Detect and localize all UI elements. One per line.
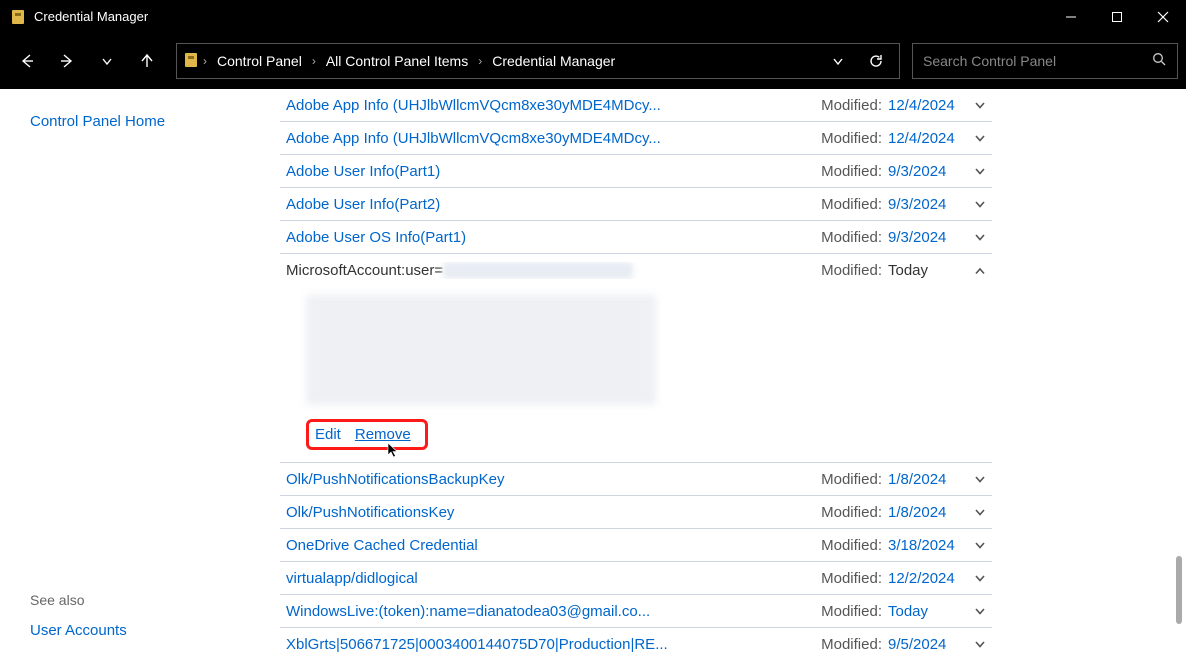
chevron-right-icon: ›: [312, 54, 316, 68]
credential-row[interactable]: Olk/PushNotificationsKeyModified: 1/8/202…: [280, 496, 992, 529]
credential-name: MicrosoftAccount:user=: [286, 262, 821, 280]
chevron-down-icon[interactable]: [970, 161, 990, 181]
breadcrumb-segment[interactable]: Credential Manager: [486, 53, 621, 69]
modified-date: 1/8/2024: [888, 471, 960, 488]
credential-row[interactable]: WindowsLive:(token):name=dianatodea03@gm…: [280, 595, 992, 628]
credential-name: WindowsLive:(token):name=dianatodea03@gm…: [286, 603, 821, 620]
modified-label: Modified:: [821, 537, 882, 554]
credential-row[interactable]: Adobe User Info(Part2)Modified: 9/3/2024: [280, 188, 992, 221]
modified-label: Modified:: [821, 504, 882, 521]
credential-name: Adobe App Info (UHJlbWllcmVQcm8xe30yMDE4…: [286, 130, 821, 147]
scrollbar[interactable]: [1176, 556, 1182, 624]
modified-label: Modified:: [821, 471, 882, 488]
credential-name: Adobe User Info(Part2): [286, 196, 821, 213]
credential-name: OneDrive Cached Credential: [286, 537, 821, 554]
credential-name: XblGrts|506671725|0003400144075D70|Produ…: [286, 636, 821, 653]
back-button[interactable]: [8, 42, 46, 80]
redacted-value: [443, 262, 633, 279]
modified-date: 3/18/2024: [888, 537, 960, 554]
chevron-down-icon[interactable]: [970, 601, 990, 621]
chevron-right-icon: ›: [203, 54, 207, 68]
modified-date: Today: [888, 262, 960, 279]
search-icon[interactable]: [1152, 52, 1167, 70]
modified-date: 12/4/2024: [888, 130, 960, 147]
modified-label: Modified:: [821, 130, 882, 147]
chevron-down-icon[interactable]: [970, 469, 990, 489]
edit-link[interactable]: Edit: [315, 426, 341, 443]
user-accounts-link[interactable]: User Accounts: [30, 622, 127, 639]
credential-list: Adobe App Info (UHJlbWllcmVQcm8xe30yMDE4…: [280, 89, 992, 659]
app-icon: [10, 9, 26, 25]
credential-row[interactable]: MicrosoftAccount:user=Modified: Today: [280, 254, 992, 287]
search-box[interactable]: [912, 43, 1178, 79]
chevron-down-icon[interactable]: [970, 194, 990, 214]
modified-date: 9/3/2024: [888, 196, 960, 213]
modified-label: Modified:: [821, 163, 882, 180]
location-icon: [183, 52, 199, 71]
refresh-button[interactable]: [859, 44, 893, 78]
modified-label: Modified:: [821, 603, 882, 620]
credential-name: Adobe User Info(Part1): [286, 163, 821, 180]
modified-date: 12/4/2024: [888, 97, 960, 114]
credential-name: Olk/PushNotificationsKey: [286, 504, 821, 521]
credential-row[interactable]: virtualapp/didlogicalModified: 12/2/2024: [280, 562, 992, 595]
chevron-down-icon[interactable]: [970, 568, 990, 588]
chevron-down-icon[interactable]: [970, 502, 990, 522]
credential-name: Adobe User OS Info(Part1): [286, 229, 821, 246]
action-highlight: Edit Remove: [306, 419, 428, 450]
modified-label: Modified:: [821, 97, 882, 114]
modified-label: Modified:: [821, 636, 882, 653]
chevron-down-icon[interactable]: [970, 634, 990, 654]
chevron-up-icon[interactable]: [970, 261, 990, 281]
chevron-down-icon[interactable]: [970, 227, 990, 247]
breadcrumb-segment[interactable]: All Control Panel Items: [320, 53, 474, 69]
credential-name: Adobe App Info (UHJlbWllcmVQcm8xe30yMDE4…: [286, 97, 821, 114]
chevron-down-icon[interactable]: [970, 535, 990, 555]
close-button[interactable]: [1140, 0, 1186, 33]
remove-link[interactable]: Remove: [355, 426, 411, 443]
search-input[interactable]: [923, 53, 1152, 69]
mouse-cursor-icon: [385, 442, 401, 460]
redacted-details: [306, 295, 656, 405]
main-panel: Adobe App Info (UHJlbWllcmVQcm8xe30yMDE4…: [280, 89, 1186, 659]
nav-row: › Control Panel › All Control Panel Item…: [0, 33, 1186, 89]
modified-date: 9/3/2024: [888, 229, 960, 246]
titlebar: Credential Manager: [0, 0, 1186, 33]
modified-date: 9/3/2024: [888, 163, 960, 180]
breadcrumb-segment[interactable]: Control Panel: [211, 53, 308, 69]
modified-label: Modified:: [821, 229, 882, 246]
window-title: Credential Manager: [34, 9, 148, 24]
modified-date: 1/8/2024: [888, 504, 960, 521]
chevron-right-icon: ›: [478, 54, 482, 68]
sidebar: Control Panel Home See also User Account…: [0, 89, 280, 659]
credential-row[interactable]: Adobe User OS Info(Part1)Modified: 9/3/20…: [280, 221, 992, 254]
modified-date: 9/5/2024: [888, 636, 960, 653]
address-bar[interactable]: › Control Panel › All Control Panel Item…: [176, 43, 900, 79]
content-area: Control Panel Home See also User Account…: [0, 89, 1186, 659]
see-also-header: See also: [30, 592, 127, 608]
modified-date: Today: [888, 603, 960, 620]
chevron-down-icon[interactable]: [970, 128, 990, 148]
credential-row[interactable]: Olk/PushNotificationsBackupKeyModified: 1…: [280, 463, 992, 496]
forward-button[interactable]: [48, 42, 86, 80]
modified-label: Modified:: [821, 262, 882, 279]
credential-row[interactable]: XblGrts|506671725|0003400144075D70|Produ…: [280, 628, 992, 659]
recent-dropdown-button[interactable]: [88, 42, 126, 80]
credential-row[interactable]: Adobe App Info (UHJlbWllcmVQcm8xe30yMDE4…: [280, 122, 992, 155]
maximize-button[interactable]: [1094, 0, 1140, 33]
credential-row[interactable]: Adobe App Info (UHJlbWllcmVQcm8xe30yMDE4…: [280, 89, 992, 122]
credential-name: virtualapp/didlogical: [286, 570, 821, 587]
credential-name: Olk/PushNotificationsBackupKey: [286, 471, 821, 488]
modified-date: 12/2/2024: [888, 570, 960, 587]
chevron-down-icon[interactable]: [970, 95, 990, 115]
up-button[interactable]: [128, 42, 166, 80]
minimize-button[interactable]: [1048, 0, 1094, 33]
credential-row[interactable]: OneDrive Cached CredentialModified: 3/18/…: [280, 529, 992, 562]
credential-details: Edit Remove: [280, 295, 992, 463]
modified-label: Modified:: [821, 196, 882, 213]
control-panel-home-link[interactable]: Control Panel Home: [30, 113, 280, 130]
address-dropdown-button[interactable]: [821, 44, 855, 78]
modified-label: Modified:: [821, 570, 882, 587]
credential-row[interactable]: Adobe User Info(Part1)Modified: 9/3/2024: [280, 155, 992, 188]
